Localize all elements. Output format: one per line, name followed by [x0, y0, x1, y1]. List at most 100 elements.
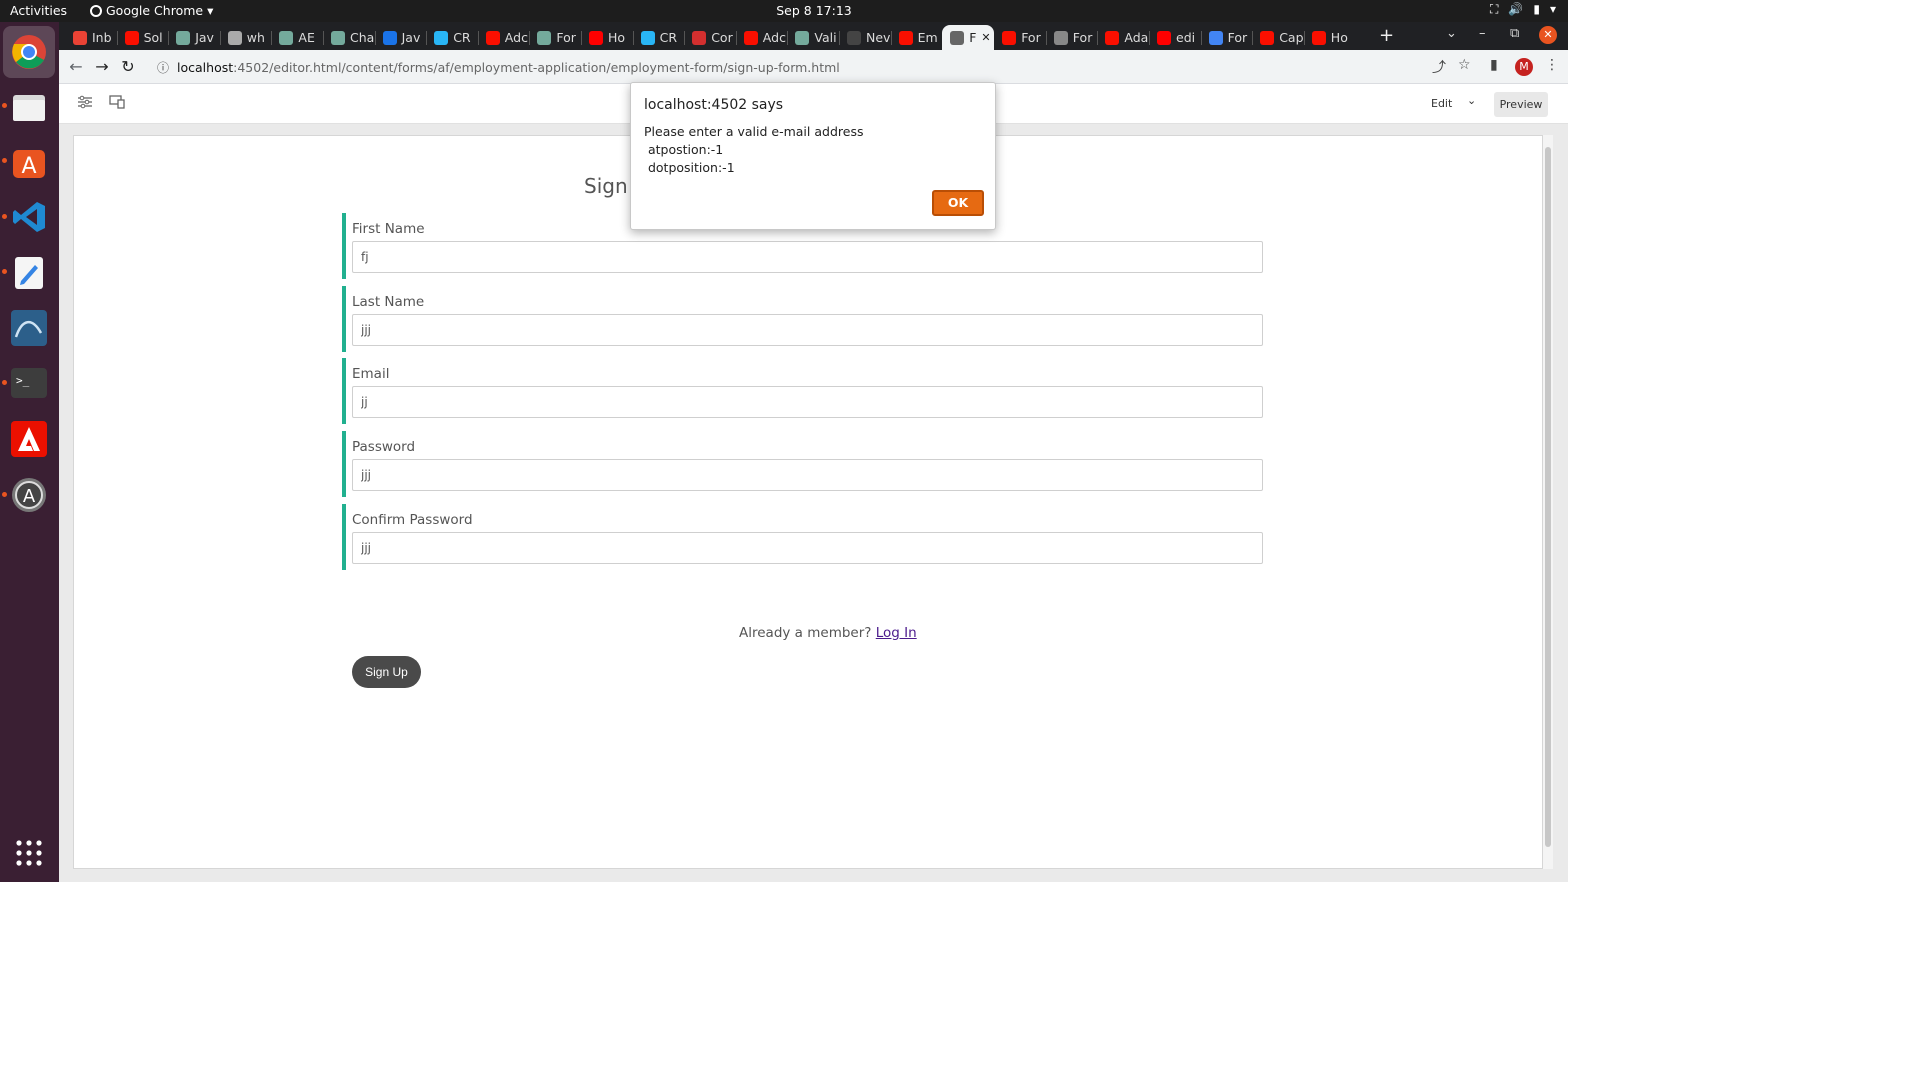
sign-up-button[interactable]: Sign Up: [352, 656, 421, 688]
close-window-icon[interactable]: ✕: [1539, 26, 1557, 44]
chevron-down-icon[interactable]: ⌄: [1467, 94, 1476, 107]
alert-ok-button[interactable]: OK: [932, 190, 984, 216]
tab[interactable]: Cap: [1252, 25, 1304, 50]
tab-label: wh: [246, 30, 265, 45]
email-field: Email: [342, 358, 1265, 424]
preview-button[interactable]: Preview: [1494, 92, 1548, 117]
dock-terminal[interactable]: >_: [8, 362, 50, 404]
dock-software[interactable]: A: [8, 141, 50, 183]
tab[interactable]: Cha: [323, 25, 375, 50]
tab[interactable]: Nev: [839, 25, 891, 50]
clock[interactable]: Sep 8 17:13: [0, 3, 1628, 18]
dock-show-apps[interactable]: [8, 832, 50, 874]
favicon-icon: [73, 30, 87, 45]
profile-avatar[interactable]: M: [1515, 58, 1533, 76]
favicon-icon: [1053, 30, 1068, 45]
dock-files[interactable]: [8, 86, 50, 128]
restore-icon[interactable]: ⧉: [1510, 26, 1519, 41]
tab-label: Nev: [866, 30, 891, 45]
alert-line-3: dotposition:-1: [644, 160, 735, 175]
tab-label: Adc: [504, 30, 528, 45]
network-icon: ⛶: [1490, 2, 1499, 16]
confirm-password-label: Confirm Password: [352, 512, 473, 528]
site-info-icon[interactable]: ⓘ: [157, 59, 169, 76]
confirm-password-field: Confirm Password: [342, 504, 1265, 570]
new-tab-icon[interactable]: +: [1379, 25, 1394, 46]
dock-mysql-workbench[interactable]: [8, 307, 50, 349]
more-menu-icon[interactable]: ⋮: [1545, 57, 1559, 73]
share-icon[interactable]: ⤴: [1432, 57, 1446, 77]
favicon-icon: [1157, 30, 1171, 45]
tab[interactable]: For: [529, 25, 581, 50]
tab[interactable]: Ada: [1097, 25, 1149, 50]
tab[interactable]: CR: [426, 25, 478, 50]
tab-label: CR: [659, 30, 678, 45]
email-input[interactable]: [352, 386, 1263, 418]
tab-label: Cap: [1279, 30, 1304, 45]
tab-label: Ho: [608, 30, 626, 45]
terminal-icon: >_: [11, 368, 47, 398]
reload-icon[interactable]: ↻: [117, 56, 139, 78]
scrollbar-thumb[interactable]: [1545, 147, 1551, 847]
tab[interactable]: Inb: [65, 25, 117, 50]
tab[interactable]: Jav: [168, 25, 220, 50]
tab[interactable]: Ho: [1304, 25, 1356, 50]
system-tray[interactable]: ⛶ 🔊 ▮ ▾: [1490, 2, 1556, 17]
back-icon[interactable]: ←: [65, 56, 87, 78]
last-name-input[interactable]: [352, 314, 1263, 346]
tab-label: Jav: [195, 30, 214, 45]
emulator-icon[interactable]: [109, 95, 125, 113]
tab[interactable]: Adc: [736, 25, 788, 50]
confirm-password-input[interactable]: [352, 532, 1263, 564]
tab[interactable]: Cor: [684, 25, 736, 50]
tab[interactable]: For: [1046, 25, 1098, 50]
tab[interactable]: Vali: [787, 25, 839, 50]
svg-text:A: A: [23, 486, 36, 507]
dock-text-editor[interactable]: [8, 252, 50, 294]
form-title: Sign: [584, 174, 628, 198]
tab-active[interactable]: F ✕: [942, 25, 995, 50]
side-panel-icon[interactable]: ▮: [1490, 57, 1498, 73]
tab-label: For: [556, 30, 576, 45]
favicon-icon: [1208, 30, 1223, 45]
browser-toolbar: ← → ↻ ⓘ localhost:4502/editor.html/conte…: [59, 50, 1568, 84]
tab[interactable]: Ho: [581, 25, 633, 50]
minimize-icon[interactable]: –: [1479, 26, 1486, 41]
bookmark-star-icon[interactable]: ☆: [1458, 57, 1471, 73]
favicon-icon: [485, 30, 500, 45]
mode-edit-label[interactable]: Edit: [1431, 97, 1452, 110]
canvas-scrollbar[interactable]: [1543, 135, 1553, 869]
dock-adobe[interactable]: [8, 418, 50, 460]
caret-down-icon: ▾: [1549, 2, 1556, 16]
dock-vscode[interactable]: [8, 196, 50, 238]
tab[interactable]: wh: [220, 25, 272, 50]
forward-icon[interactable]: →: [91, 56, 113, 78]
favicon-icon: [537, 30, 552, 45]
mysql-workbench-icon: [11, 310, 47, 346]
tab[interactable]: edi: [1149, 25, 1201, 50]
tab[interactable]: AE: [271, 25, 323, 50]
page-properties-icon[interactable]: [77, 95, 93, 113]
last-name-field: Last Name: [342, 286, 1265, 352]
dock-chrome[interactable]: [8, 31, 50, 73]
tab[interactable]: CR: [633, 25, 685, 50]
favicon-icon: [589, 30, 603, 45]
tab[interactable]: Sol: [117, 25, 169, 50]
first-name-input[interactable]: [352, 241, 1263, 273]
tab-search-icon[interactable]: ⌄: [1446, 26, 1457, 41]
tab[interactable]: Adc: [478, 25, 530, 50]
tab-strip: Inb Sol Jav wh AE Cha Jav CR Adc For Ho CR Cor Adc Val…: [59, 22, 1568, 50]
vscode-icon: [13, 202, 45, 232]
tab[interactable]: For: [994, 25, 1046, 50]
favicon-icon: [382, 30, 397, 45]
tab[interactable]: Em: [891, 25, 943, 50]
tab[interactable]: Jav: [375, 25, 427, 50]
favicon-icon: [692, 30, 707, 45]
close-tab-icon[interactable]: ✕: [981, 31, 990, 44]
login-link[interactable]: Log In: [876, 625, 917, 641]
address-bar[interactable]: ⓘ localhost:4502/editor.html/content/for…: [147, 54, 1417, 80]
dock-software-updater[interactable]: A: [8, 474, 50, 516]
device-icon: [109, 95, 125, 109]
tab[interactable]: For: [1201, 25, 1253, 50]
password-input[interactable]: [352, 459, 1263, 491]
